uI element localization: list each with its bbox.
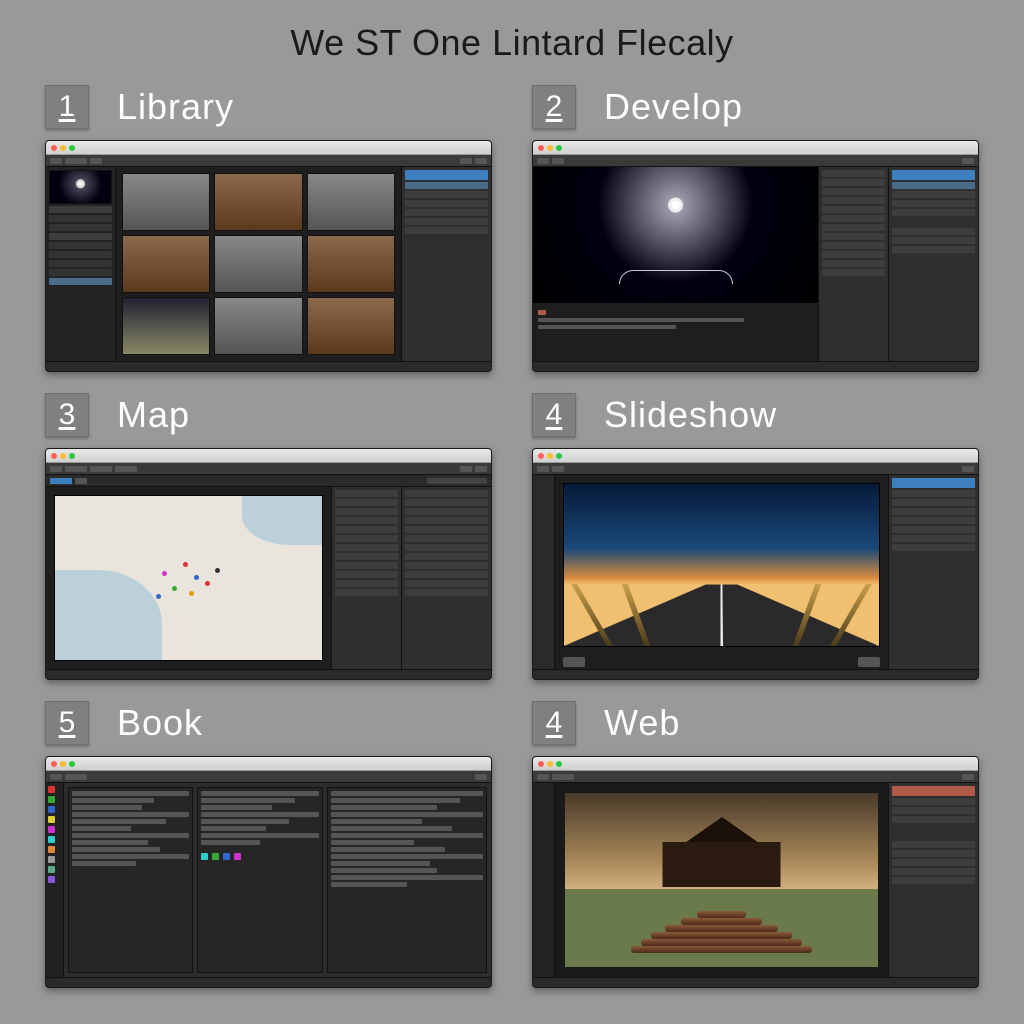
cell-map: 3 Map [45,390,492,680]
slide-canvas[interactable] [555,475,888,669]
close-icon[interactable] [51,453,57,459]
minimize-icon[interactable] [60,761,66,767]
titlebar[interactable] [46,141,491,155]
title-develop: Develop [604,86,743,128]
badge-6: 4 [532,701,576,745]
module-grid: 1 Library [0,64,1024,1018]
map-canvas[interactable] [46,487,331,669]
zoom-icon[interactable] [69,145,75,151]
title-book: Book [117,702,203,744]
statusbar [533,361,978,371]
prev-button[interactable] [563,657,585,667]
zoom-icon[interactable] [556,761,562,767]
title-library: Library [117,86,234,128]
titlebar[interactable] [46,757,491,771]
web-strip[interactable] [533,783,555,977]
cell-web: 4 Web [532,698,979,988]
toolbar[interactable] [533,155,978,167]
zoom-icon[interactable] [69,761,75,767]
badge-1: 1 [45,85,89,129]
toolbar-2[interactable] [46,475,491,487]
minimize-icon[interactable] [547,145,553,151]
statusbar [533,669,978,679]
statusbar [46,669,491,679]
web-canvas[interactable] [555,783,888,977]
close-icon[interactable] [538,453,544,459]
right-sidebar[interactable] [401,167,491,361]
zoom-icon[interactable] [556,145,562,151]
minimize-icon[interactable] [547,453,553,459]
thumbnail-grid[interactable] [116,167,401,361]
map-sidebar-b[interactable] [401,487,491,669]
web-sidebar[interactable] [888,783,978,977]
adjust-sidebar[interactable] [818,167,888,361]
cell-slideshow: 4 Slideshow [532,390,979,680]
title-slideshow: Slideshow [604,394,777,436]
preview-area[interactable] [533,167,818,361]
close-icon[interactable] [51,761,57,767]
window-web[interactable] [532,756,979,988]
slide-strip[interactable] [533,475,555,669]
statusbar [533,977,978,987]
title-map: Map [117,394,190,436]
badge-5: 5 [45,701,89,745]
close-icon[interactable] [538,761,544,767]
toolbar[interactable] [46,771,491,783]
zoom-icon[interactable] [556,453,562,459]
close-icon[interactable] [538,145,544,151]
window-map[interactable] [45,448,492,680]
badge-3: 3 [45,393,89,437]
zoom-icon[interactable] [69,453,75,459]
titlebar[interactable] [46,449,491,463]
title-web: Web [604,702,680,744]
cell-book: 5 Book [45,698,492,988]
color-rail[interactable] [46,783,64,977]
next-button[interactable] [858,657,880,667]
panel-sidebar[interactable] [888,167,978,361]
map-sidebar-a[interactable] [331,487,401,669]
titlebar[interactable] [533,757,978,771]
badge-2: 2 [532,85,576,129]
badge-4: 4 [532,393,576,437]
window-develop[interactable] [532,140,979,372]
statusbar [46,361,491,371]
minimize-icon[interactable] [60,453,66,459]
toolbar[interactable] [46,463,491,475]
toolbar[interactable] [46,155,491,167]
window-slideshow[interactable] [532,448,979,680]
page-title: We ST One Lintard Flecaly [0,0,1024,64]
window-book[interactable] [45,756,492,988]
minimize-icon[interactable] [547,761,553,767]
window-library[interactable] [45,140,492,372]
titlebar[interactable] [533,449,978,463]
cell-develop: 2 Develop [532,82,979,372]
book-columns[interactable] [64,783,491,977]
toolbar[interactable] [533,771,978,783]
slide-sidebar[interactable] [888,475,978,669]
left-sidebar[interactable] [46,167,116,361]
minimize-icon[interactable] [60,145,66,151]
cell-library: 1 Library [45,82,492,372]
statusbar [46,977,491,987]
titlebar[interactable] [533,141,978,155]
toolbar[interactable] [533,463,978,475]
close-icon[interactable] [51,145,57,151]
